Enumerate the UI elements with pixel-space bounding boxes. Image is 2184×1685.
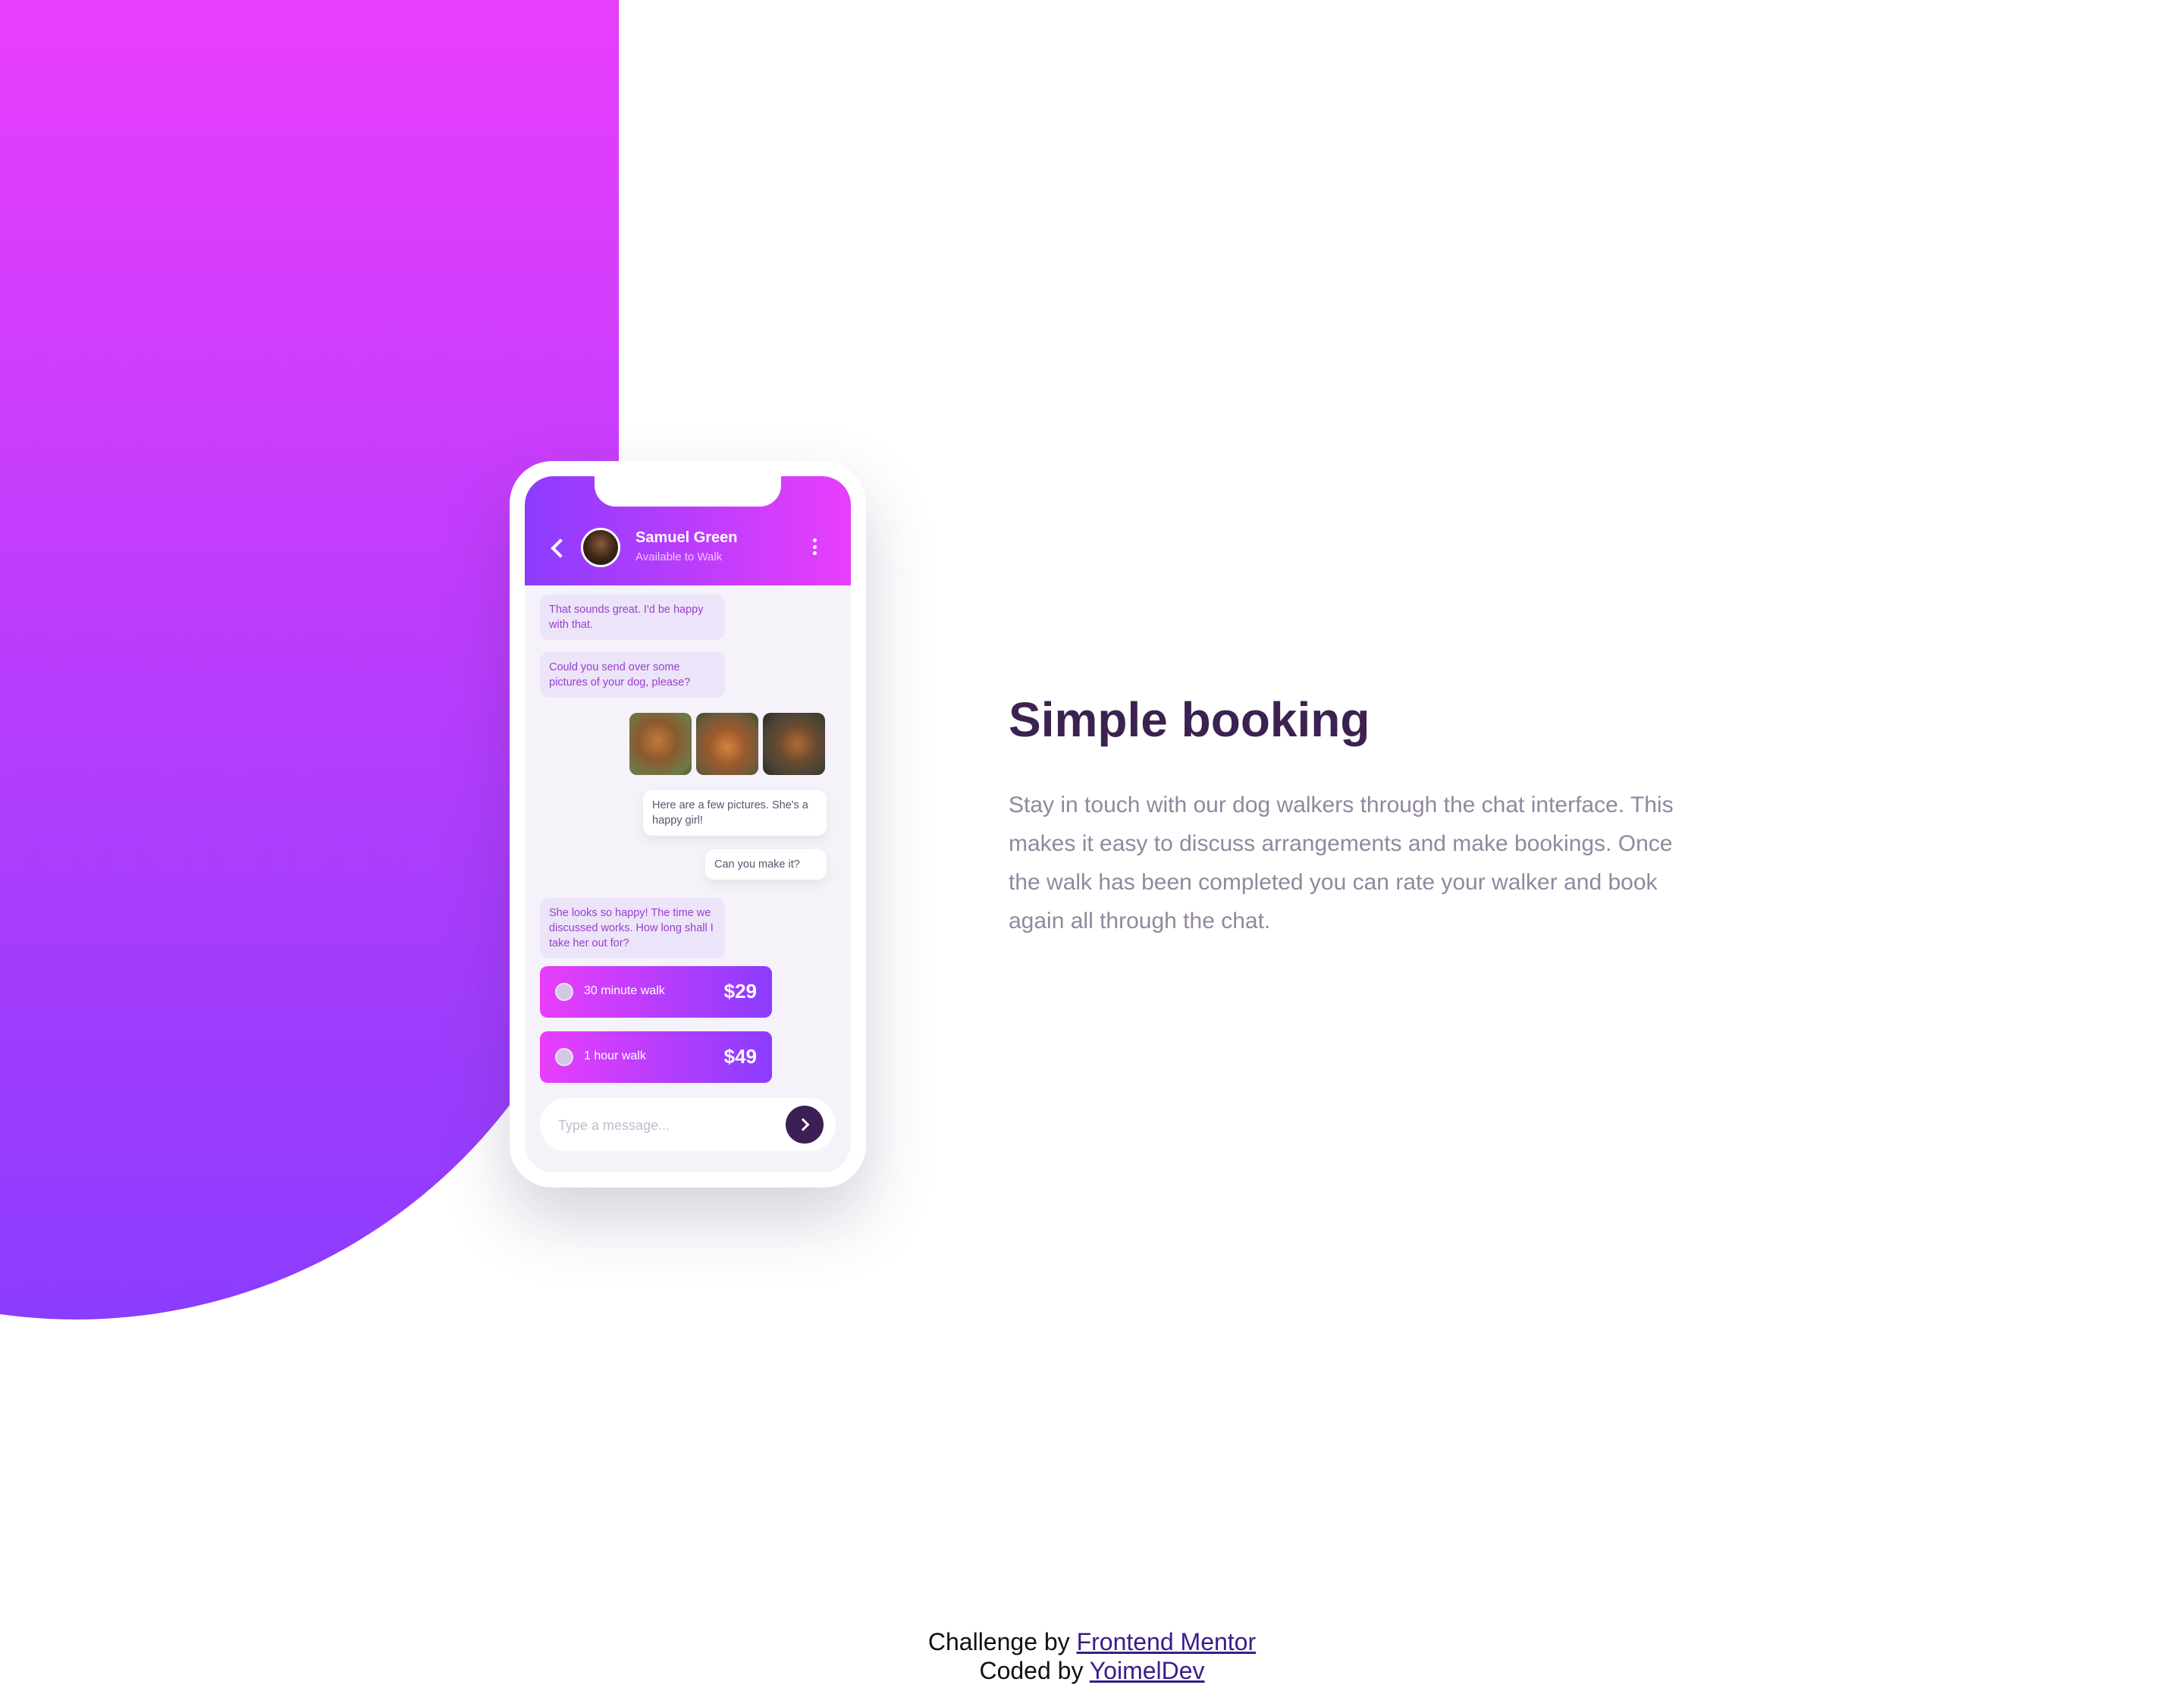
phone-mockup: Samuel Green Available to Walk That soun… bbox=[510, 461, 866, 1188]
option-price: $29 bbox=[723, 980, 757, 1003]
message-input-bar bbox=[540, 1098, 836, 1151]
page-title: Simple booking bbox=[1009, 692, 1370, 747]
phone-notch bbox=[595, 476, 781, 507]
author-link[interactable]: YoimelDev bbox=[1090, 1657, 1205, 1684]
radio-button[interactable] bbox=[555, 983, 573, 1001]
more-options-icon[interactable] bbox=[813, 538, 817, 555]
walk-option-1-hour[interactable]: 1 hour walk $49 bbox=[540, 1031, 772, 1083]
message-user-2: Can you make it? bbox=[705, 849, 827, 880]
coded-prefix: Coded by bbox=[979, 1657, 1084, 1684]
dog-photo-1[interactable] bbox=[629, 713, 692, 775]
walk-option-30-minute[interactable]: 30 minute walk $29 bbox=[540, 966, 772, 1018]
chevron-right-icon bbox=[796, 1118, 810, 1131]
option-price: $49 bbox=[723, 1045, 757, 1068]
attribution-footer: Challenge by Frontend Mentor Coded by Yo… bbox=[0, 1627, 2184, 1685]
challenge-prefix: Challenge by bbox=[927, 1628, 1070, 1655]
send-button[interactable] bbox=[786, 1106, 824, 1144]
challenge-attribution: Challenge by Frontend Mentor bbox=[0, 1627, 2184, 1656]
option-label: 1 hour walk bbox=[584, 1050, 646, 1062]
message-walker-1: That sounds great. I'd be happy with tha… bbox=[540, 595, 725, 640]
contact-status: Available to Walk bbox=[635, 551, 723, 563]
back-arrow-icon[interactable] bbox=[551, 538, 570, 558]
radio-button[interactable] bbox=[555, 1048, 573, 1066]
frontend-mentor-link[interactable]: Frontend Mentor bbox=[1077, 1628, 1257, 1655]
message-walker-3: She looks so happy! The time we discusse… bbox=[540, 898, 725, 959]
contact-name: Samuel Green bbox=[635, 529, 738, 546]
message-user-1: Here are a few pictures. She's a happy g… bbox=[643, 790, 827, 836]
avatar bbox=[581, 528, 620, 567]
phone-screen: Samuel Green Available to Walk That soun… bbox=[525, 476, 851, 1172]
dog-photo-2[interactable] bbox=[696, 713, 758, 775]
message-walker-2: Could you send over some pictures of you… bbox=[540, 652, 725, 698]
coded-attribution: Coded by YoimelDev bbox=[0, 1656, 2184, 1685]
chat-header: Samuel Green Available to Walk bbox=[525, 476, 851, 585]
message-input[interactable] bbox=[557, 1113, 772, 1137]
dog-photo-3[interactable] bbox=[763, 713, 825, 775]
option-label: 30 minute walk bbox=[584, 984, 665, 997]
page-description: Stay in touch with our dog walkers throu… bbox=[1009, 792, 1674, 933]
